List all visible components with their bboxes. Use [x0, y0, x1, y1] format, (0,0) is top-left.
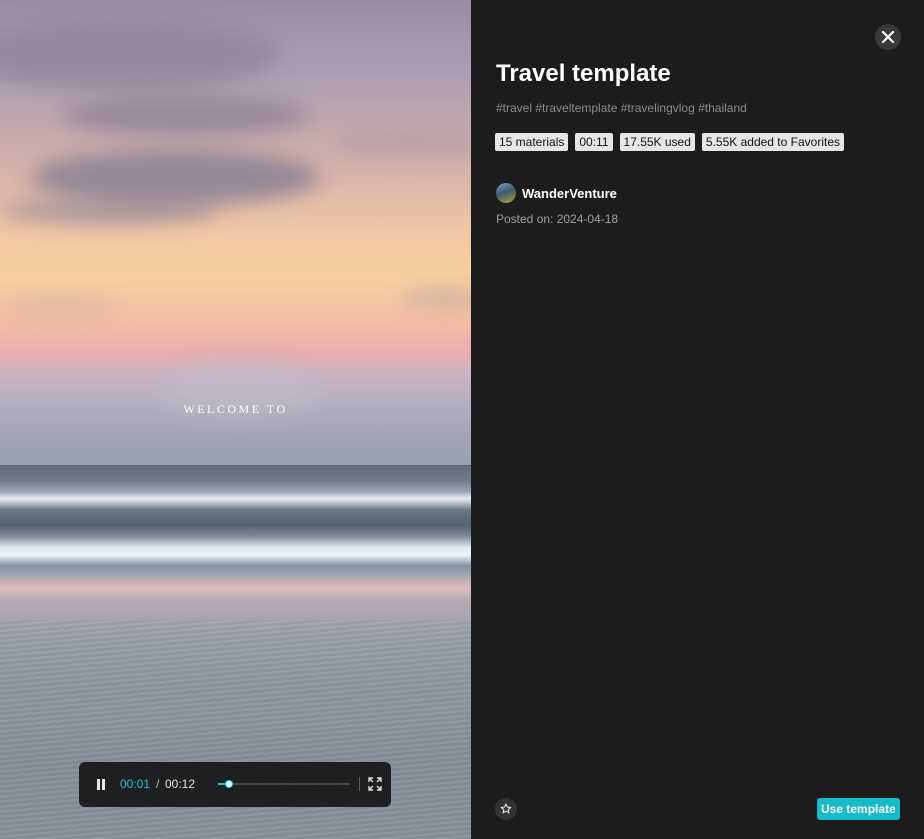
sky-cloud [330, 135, 471, 155]
progress-bar[interactable] [218, 780, 350, 788]
sky-cloud [400, 292, 471, 304]
fullscreen-icon[interactable] [368, 777, 382, 791]
sky-cloud [30, 150, 320, 205]
current-time: 00:01 [120, 777, 151, 791]
usage-badge: 17.55K used [619, 133, 695, 151]
video-player-controls: 00:01 / 00:12 [79, 762, 391, 807]
pause-icon[interactable] [95, 778, 107, 792]
posted-date: Posted on: 2024-04-18 [496, 212, 619, 226]
sky-cloud [0, 20, 280, 90]
sky-cloud [0, 198, 220, 224]
materials-badge: 15 materials [495, 133, 569, 151]
progress-knob[interactable] [224, 780, 233, 788]
sky-cloud [0, 300, 120, 310]
author-name: WanderVenture [522, 185, 617, 201]
star-icon[interactable] [495, 798, 517, 820]
video-preview[interactable]: WELCOME TO 00:01 / 00:12 [0, 0, 471, 839]
author-link[interactable]: WanderVenture [496, 183, 617, 203]
total-time: 00:12 [165, 777, 196, 791]
use-template-button[interactable]: Use template [817, 798, 900, 820]
sky-cloud [60, 95, 310, 135]
time-separator: / [156, 777, 160, 791]
duration-badge: 00:11 [575, 133, 613, 151]
avatar [496, 183, 516, 203]
template-details-panel: Travel template #travel #traveltemplate … [471, 0, 924, 839]
close-icon[interactable] [875, 24, 901, 50]
template-stats: 15 materials 00:11 17.55K used 5.55K add… [495, 133, 844, 151]
template-detail-dialog: WELCOME TO 00:01 / 00:12 Travel template… [0, 0, 924, 839]
controls-divider [359, 777, 360, 791]
video-overlay-text: WELCOME TO [183, 402, 288, 416]
template-title: Travel template [496, 60, 671, 87]
favorites-badge: 5.55K added to Favorites [701, 133, 844, 151]
template-tags: #travel #traveltemplate #travelingvlog #… [496, 101, 747, 115]
